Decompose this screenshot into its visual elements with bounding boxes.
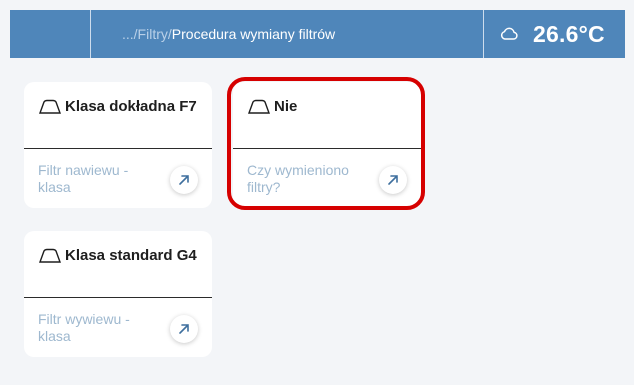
- filter-exhaust-class-card[interactable]: Klasa standard G4 Filtr wywiewu - klasa: [24, 231, 212, 357]
- breadcrumb-current: Procedura wymiany filtrów: [171, 26, 336, 42]
- open-button[interactable]: [170, 315, 198, 343]
- cloud-icon: [500, 27, 518, 40]
- arrow-up-right-icon: [179, 175, 189, 185]
- filters-replaced-card[interactable]: Nie Czy wymieniono filtry?: [233, 82, 421, 208]
- open-button[interactable]: [170, 166, 198, 194]
- card-description: Czy wymieniono filtry?: [247, 162, 349, 195]
- card-divider: [24, 148, 212, 149]
- card-title: Nie: [247, 98, 297, 115]
- weather-widget: 26.6°C: [499, 18, 605, 50]
- card-divider: [24, 297, 212, 298]
- open-button[interactable]: [379, 166, 407, 194]
- top-bar: .../Filtry/Procedura wymiany filtrów 26.…: [10, 10, 625, 58]
- header-divider: [483, 10, 484, 58]
- card-title-text: Klasa standard G4: [65, 247, 197, 264]
- card-title: Klasa dokładna F7: [38, 98, 197, 115]
- breadcrumb-path[interactable]: .../Filtry/: [122, 26, 172, 42]
- card-title-text: Klasa dokładna F7: [65, 98, 197, 115]
- card-description: Filtr wywiewu - klasa: [38, 311, 130, 344]
- card-title-text: Nie: [274, 98, 298, 115]
- temperature-readout: 26.6°C: [533, 20, 605, 47]
- card-divider: [233, 148, 421, 149]
- card-title: Klasa standard G4: [38, 247, 197, 264]
- arrow-up-right-icon: [179, 324, 189, 334]
- filter-icon: [248, 99, 270, 114]
- header-divider: [90, 10, 91, 58]
- arrow-up-right-icon: [388, 175, 398, 185]
- filter-supply-class-card[interactable]: Klasa dokładna F7 Filtr nawiewu - klasa: [24, 82, 212, 208]
- card-description: Filtr nawiewu - klasa: [38, 162, 129, 195]
- breadcrumb: .../Filtry/Procedura wymiany filtrów: [122, 24, 335, 44]
- filter-icon: [39, 248, 61, 263]
- filter-icon: [39, 99, 61, 114]
